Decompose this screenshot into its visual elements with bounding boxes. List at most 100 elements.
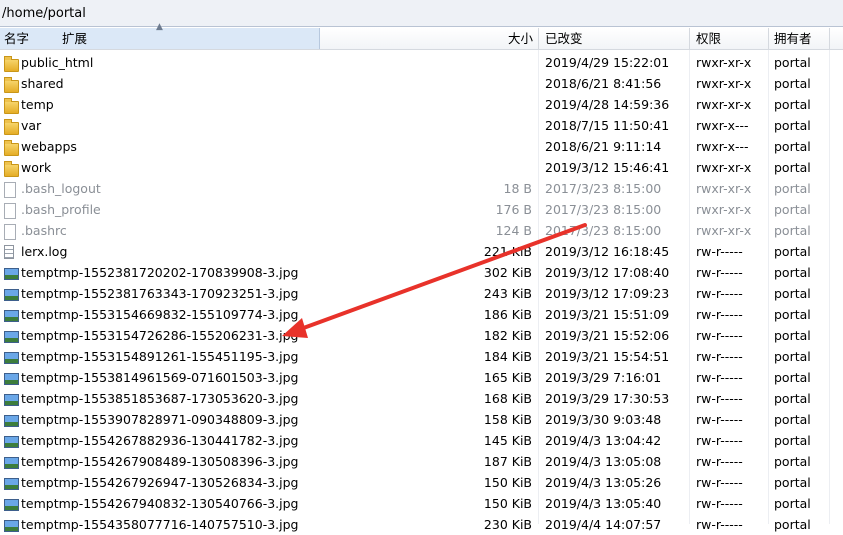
column-separator[interactable] xyxy=(689,28,690,49)
file-perms: rwxr-xr-x xyxy=(696,160,752,175)
column-ext[interactable]: 扩展 xyxy=(62,28,87,49)
sort-ascending-icon: ▲ xyxy=(156,22,163,32)
file-perms: rw-r----- xyxy=(696,307,743,322)
file-owner: portal xyxy=(774,160,811,175)
file-row[interactable]: temp 2019/4/28 14:59:36 rwxr-xr-x portal xyxy=(0,94,843,115)
file-name: temptmp-1552381720202-170839908-3.jpg xyxy=(21,265,299,280)
column-size[interactable]: 大小 xyxy=(508,28,533,49)
file-size xyxy=(392,157,532,178)
image-file-icon xyxy=(3,495,19,511)
file-name: temptmp-1553154669832-155109774-3.jpg xyxy=(21,307,299,322)
file-owner: portal xyxy=(774,328,811,343)
file-name: temptmp-1552381763343-170923251-3.jpg xyxy=(21,286,299,301)
file-modified: 2019/3/21 15:51:09 xyxy=(545,307,670,322)
file-row[interactable]: temptmp-1553154669832-155109774-3.jpg 186… xyxy=(0,304,843,325)
file-row[interactable]: temptmp-1553907828971-090348809-3.jpg 158… xyxy=(0,409,843,430)
image-file-icon xyxy=(3,390,19,406)
file-row[interactable]: shared 2018/6/21 8:41:56 rwxr-xr-x portal xyxy=(0,73,843,94)
file-modified: 2019/4/4 14:07:57 xyxy=(545,517,662,532)
column-owner[interactable]: 拥有者 xyxy=(774,28,812,49)
file-modified: 2019/4/3 13:05:40 xyxy=(545,496,662,511)
file-size: 221 KiB xyxy=(483,244,532,259)
file-owner: portal xyxy=(774,265,811,280)
file-row[interactable]: lerx.log 221 KiB 2019/3/12 16:18:45 rw-r---… xyxy=(0,241,843,262)
file-modified: 2018/7/15 11:50:41 xyxy=(545,118,670,133)
file-perms: rw-r----- xyxy=(696,265,743,280)
file-modified: 2019/4/28 14:59:36 xyxy=(545,97,670,112)
file-row[interactable]: temptmp-1554267908489-130508396-3.jpg 187… xyxy=(0,451,843,472)
file-modified: 2019/3/29 7:16:01 xyxy=(545,370,662,385)
file-name: webapps xyxy=(21,139,77,154)
folder-icon xyxy=(3,117,19,135)
file-perms: rw-r----- xyxy=(696,349,743,364)
file-name: public_html xyxy=(21,55,94,70)
column-modified[interactable]: 已改变 xyxy=(545,28,583,49)
file-owner: portal xyxy=(774,349,811,364)
file-owner: portal xyxy=(774,202,811,217)
file-perms: rw-r----- xyxy=(696,370,743,385)
file-size: 302 KiB xyxy=(483,265,532,280)
file-size: 150 KiB xyxy=(483,496,532,511)
path-bar[interactable]: /home/portal xyxy=(0,0,843,27)
file-row[interactable]: temptmp-1553814961569-071601503-3.jpg 165… xyxy=(0,367,843,388)
column-separator[interactable] xyxy=(538,28,539,49)
file-size: 184 KiB xyxy=(483,349,532,364)
column-name[interactable]: 名字 xyxy=(4,28,29,49)
column-perms[interactable]: 权限 xyxy=(696,28,721,49)
file-modified: 2019/3/21 15:52:06 xyxy=(545,328,670,343)
file-name: .bash_profile xyxy=(21,202,101,217)
file-perms: rw-r----- xyxy=(696,454,743,469)
file-name: temptmp-1554267926947-130526834-3.jpg xyxy=(21,475,299,490)
file-size: 124 B xyxy=(495,223,532,238)
file-row[interactable]: temptmp-1554358077716-140757510-3.jpg 230… xyxy=(0,514,843,535)
file-modified: 2019/3/12 16:18:45 xyxy=(545,244,670,259)
file-owner: portal xyxy=(774,391,811,406)
file-owner: portal xyxy=(774,433,811,448)
file-row[interactable]: temptmp-1553154891261-155451195-3.jpg 184… xyxy=(0,346,843,367)
file-modified: 2019/3/12 17:08:40 xyxy=(545,265,670,280)
file-modified: 2019/4/3 13:04:42 xyxy=(545,433,662,448)
file-perms: rw-r----- xyxy=(696,328,743,343)
file-row[interactable]: .bash_logout 18 B 2017/3/23 8:15:00 rwxr-xr… xyxy=(0,178,843,199)
file-row[interactable]: temptmp-1553154726286-155206231-3.jpg 182… xyxy=(0,325,843,346)
file-name: temptmp-1554358077716-140757510-3.jpg xyxy=(21,517,299,532)
file-icon xyxy=(3,222,18,240)
file-row[interactable]: webapps 2018/6/21 9:11:14 rwxr-x--- portal xyxy=(0,136,843,157)
file-name: temptmp-1554267882936-130441782-3.jpg xyxy=(21,433,299,448)
file-owner: portal xyxy=(774,496,811,511)
file-row[interactable]: temptmp-1552381763343-170923251-3.jpg 243… xyxy=(0,283,843,304)
file-size xyxy=(392,115,532,136)
file-modified: 2019/3/12 15:46:41 xyxy=(545,160,670,175)
file-modified: 2019/3/29 17:30:53 xyxy=(545,391,670,406)
file-modified: 2019/4/3 13:05:08 xyxy=(545,454,662,469)
file-row[interactable]: temptmp-1552381720202-170839908-3.jpg 302… xyxy=(0,262,843,283)
image-file-icon xyxy=(3,306,19,322)
file-owner: portal xyxy=(774,223,811,238)
file-modified: 2018/6/21 8:41:56 xyxy=(545,76,662,91)
file-perms: rwxr-xr-x xyxy=(696,202,752,217)
file-perms: rw-r----- xyxy=(696,286,743,301)
file-size xyxy=(392,94,532,115)
column-separator[interactable] xyxy=(768,28,769,49)
file-owner: portal xyxy=(774,454,811,469)
file-row[interactable]: work 2019/3/12 15:46:41 rwxr-xr-x portal xyxy=(0,157,843,178)
image-file-icon xyxy=(3,453,19,469)
file-row[interactable]: .bashrc 124 B 2017/3/23 8:15:00 rwxr-xr-x po… xyxy=(0,220,843,241)
file-name: temptmp-1554267940832-130540766-3.jpg xyxy=(21,496,299,511)
file-perms: rw-r----- xyxy=(696,517,743,532)
file-perms: rw-r----- xyxy=(696,391,743,406)
file-row[interactable]: temptmp-1554267940832-130540766-3.jpg 150… xyxy=(0,493,843,514)
file-name: var xyxy=(21,118,42,133)
file-name: temptmp-1553814961569-071601503-3.jpg xyxy=(21,370,299,385)
file-owner: portal xyxy=(774,412,811,427)
file-row[interactable]: temptmp-1554267926947-130526834-3.jpg 150… xyxy=(0,472,843,493)
file-row[interactable]: public_html 2019/4/29 15:22:01 rwxr-xr-x po… xyxy=(0,52,843,73)
file-size: 182 KiB xyxy=(483,328,532,343)
file-row[interactable]: temptmp-1553851853687-173053620-3.jpg 168… xyxy=(0,388,843,409)
file-size: 145 KiB xyxy=(483,433,532,448)
file-row[interactable]: var 2018/7/15 11:50:41 rwxr-x--- portal xyxy=(0,115,843,136)
column-separator[interactable] xyxy=(829,28,830,49)
file-size: 18 B xyxy=(503,181,532,196)
file-row[interactable]: temptmp-1554267882936-130441782-3.jpg 145… xyxy=(0,430,843,451)
file-row[interactable]: .bash_profile 176 B 2017/3/23 8:15:00 rwxr-… xyxy=(0,199,843,220)
